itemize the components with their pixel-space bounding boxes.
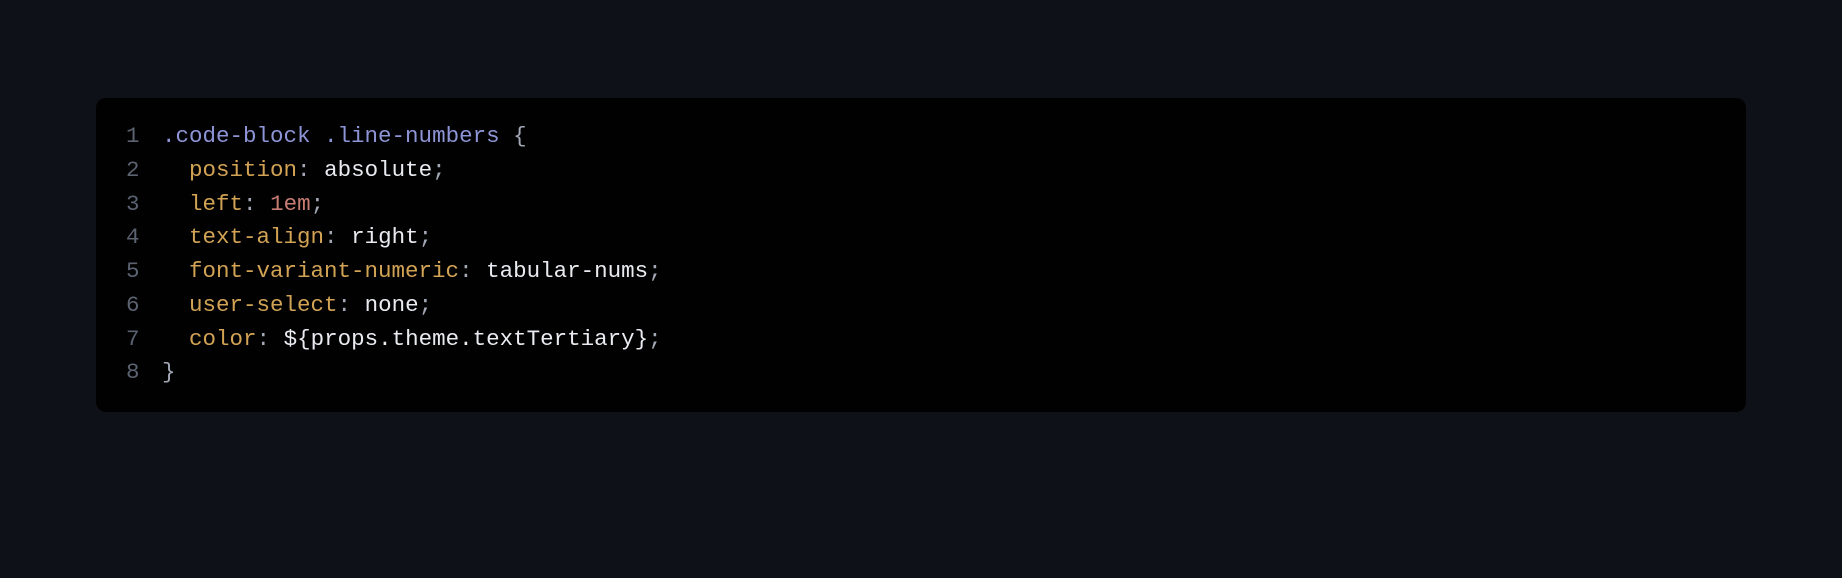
code-content: color: ${props.theme.textTertiary}; <box>162 323 662 357</box>
code-content: user-select: none; <box>162 289 432 323</box>
line-number: 6 <box>126 289 162 323</box>
code-line: 2 position: absolute; <box>126 154 1716 188</box>
line-number: 5 <box>126 255 162 289</box>
line-number: 1 <box>126 120 162 154</box>
code-content: .code-block .line-numbers { <box>162 120 527 154</box>
code-line: 1 .code-block .line-numbers { <box>126 120 1716 154</box>
code-line: 3 left: 1em; <box>126 188 1716 222</box>
code-content: text-align: right; <box>162 221 432 255</box>
line-number: 7 <box>126 323 162 357</box>
code-content: } <box>162 356 176 390</box>
code-content: position: absolute; <box>162 154 446 188</box>
line-number: 4 <box>126 221 162 255</box>
code-line: 5 font-variant-numeric: tabular-nums; <box>126 255 1716 289</box>
code-line: 6 user-select: none; <box>126 289 1716 323</box>
code-content: left: 1em; <box>162 188 324 222</box>
code-line: 7 color: ${props.theme.textTertiary}; <box>126 323 1716 357</box>
line-number: 8 <box>126 356 162 390</box>
line-number: 2 <box>126 154 162 188</box>
code-line: 4 text-align: right; <box>126 221 1716 255</box>
line-number: 3 <box>126 188 162 222</box>
code-line: 8 } <box>126 356 1716 390</box>
code-block[interactable]: 1 .code-block .line-numbers { 2 position… <box>96 98 1746 412</box>
code-content: font-variant-numeric: tabular-nums; <box>162 255 662 289</box>
